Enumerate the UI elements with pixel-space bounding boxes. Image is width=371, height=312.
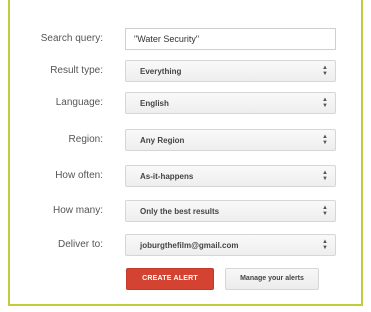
- manage-alerts-button[interactable]: Manage your alerts: [225, 268, 319, 290]
- region-select[interactable]: Any Region ▲ ▼: [125, 129, 336, 151]
- how-many-label: How many:: [52, 205, 103, 216]
- search-query-row: Search query:: [10, 28, 361, 50]
- region-label: Region:: [68, 134, 103, 145]
- language-select[interactable]: English ▲ ▼: [125, 92, 336, 114]
- region-row: Region: Any Region ▲ ▼: [10, 129, 361, 151]
- language-row: Language: English ▲ ▼: [10, 92, 361, 114]
- alerts-form-panel: Search query: Result type: Everything ▲▼…: [8, 0, 363, 306]
- region-value: Any Region: [140, 136, 185, 145]
- deliver-to-value: joburgthefilm@gmail.com: [140, 241, 239, 250]
- search-query-label: Search query:: [40, 33, 103, 44]
- deliver-to-select[interactable]: joburgthefilm@gmail.com ▲ ▼: [125, 234, 336, 256]
- search-query-input[interactable]: [125, 28, 336, 50]
- up-down-arrows-icon: ▲ ▼: [322, 134, 328, 146]
- language-label: Language:: [55, 97, 103, 108]
- how-often-select[interactable]: As-it-happens ▲ ▼: [125, 165, 336, 187]
- how-many-select[interactable]: Only the best results ▲ ▼: [125, 200, 336, 222]
- up-down-arrows-icon: ▲ ▼: [322, 170, 328, 182]
- up-down-arrows-icon: ▲ ▼: [322, 97, 328, 109]
- result-type-label: Result type:: [50, 65, 103, 76]
- language-value: English: [140, 99, 169, 108]
- up-down-arrows-icon: ▲ ▼: [322, 65, 328, 77]
- how-often-value: As-it-happens: [140, 172, 194, 181]
- result-type-select[interactable]: Everything ▲ ▼: [125, 60, 336, 82]
- how-often-label: How often:: [55, 170, 103, 181]
- result-type-row: Result type: Everything ▲ ▼: [10, 60, 361, 82]
- create-alert-button[interactable]: CREATE ALERT: [126, 268, 214, 290]
- result-type-value: Everything: [140, 67, 182, 76]
- deliver-to-row: Deliver to: joburgthefilm@gmail.com ▲ ▼: [10, 234, 361, 256]
- how-many-value: Only the best results: [140, 207, 220, 216]
- how-often-row: How often: As-it-happens ▲ ▼: [10, 165, 361, 187]
- deliver-to-label: Deliver to:: [57, 239, 103, 250]
- up-down-arrows-icon: ▲ ▼: [322, 205, 328, 217]
- how-many-row: How many: Only the best results ▲ ▼: [10, 200, 361, 222]
- up-down-arrows-icon: ▲ ▼: [322, 239, 328, 251]
